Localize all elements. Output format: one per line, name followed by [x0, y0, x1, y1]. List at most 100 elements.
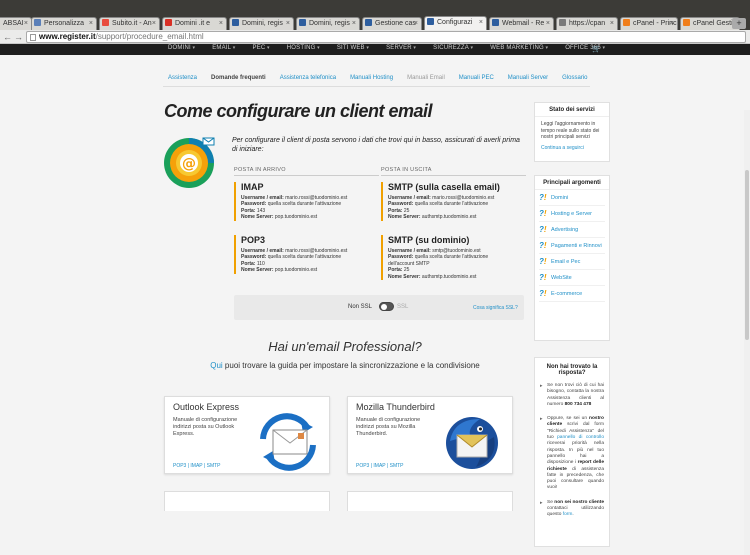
- protocol-links[interactable]: POP3 | IMAP | SMTP: [356, 463, 404, 469]
- tab-close-icon[interactable]: ×: [24, 18, 28, 30]
- control-panel-link[interactable]: pannello di controllo: [557, 435, 604, 440]
- tab-label: https://cpan: [569, 20, 606, 27]
- form-link[interactable]: form: [563, 512, 573, 517]
- tab-close-icon[interactable]: ×: [414, 18, 418, 30]
- server-title: SMTP (su dominio): [388, 235, 470, 245]
- tab-label: cPanel Gesti: [693, 20, 733, 27]
- topic-link[interactable]: ?! Hosting e Server: [539, 208, 605, 222]
- tab-close-icon[interactable]: ×: [670, 18, 674, 30]
- subnav-item[interactable]: Assistenza telefonica: [280, 75, 336, 81]
- tab-close-icon[interactable]: ×: [352, 18, 356, 30]
- tab-favicon-icon: [232, 19, 239, 26]
- subnav-item[interactable]: Domande frequenti: [211, 75, 266, 81]
- field-label: Password:: [388, 201, 414, 208]
- field-label: Porta:: [388, 267, 403, 274]
- field-value: quella scelta durante l'attivazione: [414, 254, 489, 261]
- browser-tab[interactable]: Gestione cas ×: [362, 17, 422, 30]
- smtp-mailbox-settings: SMTP (sulla casella email) Username / em…: [381, 182, 526, 221]
- subnav-item[interactable]: Assistenza: [168, 75, 197, 81]
- topic-link[interactable]: ?! WebSite: [539, 272, 605, 286]
- server-title: POP3: [241, 235, 266, 245]
- topnav-item[interactable]: DOMINI: [168, 45, 195, 51]
- topic-link[interactable]: ?! Email e Pec: [539, 256, 605, 270]
- field-value: mario.rossi@tuodominio.est: [285, 195, 348, 201]
- tab-close-icon[interactable]: ×: [479, 17, 483, 29]
- browser-tab[interactable]: cPanel Gesti×: [680, 17, 740, 30]
- field-label: Username / email:: [388, 248, 431, 254]
- browser-tab[interactable]: Domini, regis ×: [296, 17, 360, 30]
- subnav-item[interactable]: Glossario: [562, 75, 587, 81]
- status-link[interactable]: Continua a seguirci: [535, 145, 609, 151]
- topnav-item[interactable]: HOSTING: [287, 45, 320, 51]
- question-mark-icon: ?!: [539, 289, 547, 298]
- tab-close-icon[interactable]: ×: [286, 18, 290, 30]
- outgoing-mail-heading: POSTA IN USCITA: [381, 167, 432, 173]
- topnav-item[interactable]: SITI WEB: [337, 45, 369, 51]
- browser-tab[interactable]: Personalizza ×: [31, 17, 97, 30]
- topnav-item[interactable]: PEC: [253, 45, 270, 51]
- protocol-links[interactable]: POP3 | IMAP | SMTP: [173, 463, 221, 469]
- browser-tab[interactable]: Webmail - Re ×: [489, 17, 554, 30]
- tab-close-icon[interactable]: ×: [546, 18, 550, 30]
- ssl-info-link[interactable]: Cosa significa SSL?: [473, 305, 518, 311]
- subnav-item[interactable]: Manuali Email: [407, 75, 445, 81]
- field-value: quella scelta durante l'attivazione: [267, 201, 342, 208]
- tab-close-icon[interactable]: ×: [89, 18, 93, 30]
- outlook-express-card[interactable]: Outlook Express Manuale di configurazion…: [164, 396, 330, 474]
- browser-tab[interactable]: ABSAI ×: [0, 17, 32, 30]
- tab-label: Configurazi: [437, 19, 473, 26]
- back-icon[interactable]: ←: [3, 32, 12, 42]
- forward-icon[interactable]: →: [14, 32, 23, 42]
- ssl-toggle[interactable]: [379, 302, 394, 311]
- new-tab-button[interactable]: +: [732, 18, 746, 29]
- question-mark-icon: ?!: [539, 193, 547, 202]
- topnav-item[interactable]: SICUREZZA: [433, 45, 473, 51]
- topic-link[interactable]: ?! Domini: [539, 192, 605, 206]
- subnav-item[interactable]: Manuali Server: [508, 75, 548, 81]
- topnav-item[interactable]: WEB MARKETING: [490, 45, 548, 51]
- address-bar[interactable]: www.register.it/support/procedure_email.…: [26, 31, 746, 43]
- topic-link[interactable]: ?! Pagamenti e Rinnovi: [539, 240, 605, 254]
- browser-tab[interactable]: Subito.it - An ×: [99, 17, 160, 30]
- ssl-label: SSL: [397, 304, 409, 310]
- browser-tab[interactable]: https://cpan ×: [556, 17, 618, 30]
- field-label: Password:: [388, 254, 414, 261]
- client-card-partial[interactable]: [164, 491, 330, 511]
- field-value: 25: [403, 267, 410, 274]
- browser-tab[interactable]: Domini, regis ×: [229, 17, 294, 30]
- topic-link[interactable]: ?! E-commerce: [539, 288, 605, 302]
- card-title: Outlook Express: [173, 402, 240, 412]
- field-value: authsmtp.tuodominio.est: [421, 273, 477, 280]
- browser-tab[interactable]: cPanel - Princ ×: [620, 17, 678, 30]
- guide-link[interactable]: Qui: [210, 361, 222, 370]
- box-title: Non hai trovato la risposta?: [546, 364, 598, 376]
- subnav-item[interactable]: Manuali PEC: [459, 75, 494, 81]
- client-card-partial[interactable]: [347, 491, 513, 511]
- field-label: Password:: [241, 201, 267, 208]
- field-value: pop.tuodominio.est: [274, 214, 318, 221]
- tab-label: Domini, regis: [309, 20, 350, 27]
- paragraph-text: contattaci utilizzando questo: [547, 506, 604, 518]
- topnav-item[interactable]: SERVER: [386, 45, 416, 51]
- tab-close-icon[interactable]: ×: [610, 18, 614, 30]
- intro-text: Per configurare il client di posta servo…: [232, 137, 520, 153]
- cart-icon[interactable]: 🛒: [592, 45, 601, 53]
- topic-link[interactable]: ?! Advertising: [539, 224, 605, 238]
- card-description: Manuale di configurazione indirizzi post…: [173, 417, 238, 437]
- tab-close-icon[interactable]: ×: [152, 18, 156, 30]
- field-label: Password:: [241, 254, 267, 261]
- thunderbird-card[interactable]: Mozilla Thunderbird Manuale di configura…: [347, 396, 513, 474]
- browser-tab-strip: ABSAI × Personalizza × Subito.it - An × Domini…: [0, 0, 750, 30]
- card-title: Mozilla Thunderbird: [356, 402, 435, 412]
- topic-label: Advertising: [551, 227, 579, 233]
- scrollbar-thumb[interactable]: [745, 170, 749, 340]
- page-scrollbar[interactable]: [744, 110, 750, 555]
- tab-close-icon[interactable]: ×: [219, 18, 223, 30]
- topnav-item[interactable]: EMAIL: [212, 45, 235, 51]
- field-label: Nome Server:: [388, 214, 421, 221]
- field-label: Username / email:: [388, 195, 431, 201]
- browser-tab[interactable]: Domini .it e ×: [162, 17, 227, 30]
- browser-tab[interactable]: Configurazi ×: [424, 16, 487, 30]
- subnav-item[interactable]: Manuali Hosting: [350, 75, 393, 81]
- field-value: 25: [403, 207, 410, 214]
